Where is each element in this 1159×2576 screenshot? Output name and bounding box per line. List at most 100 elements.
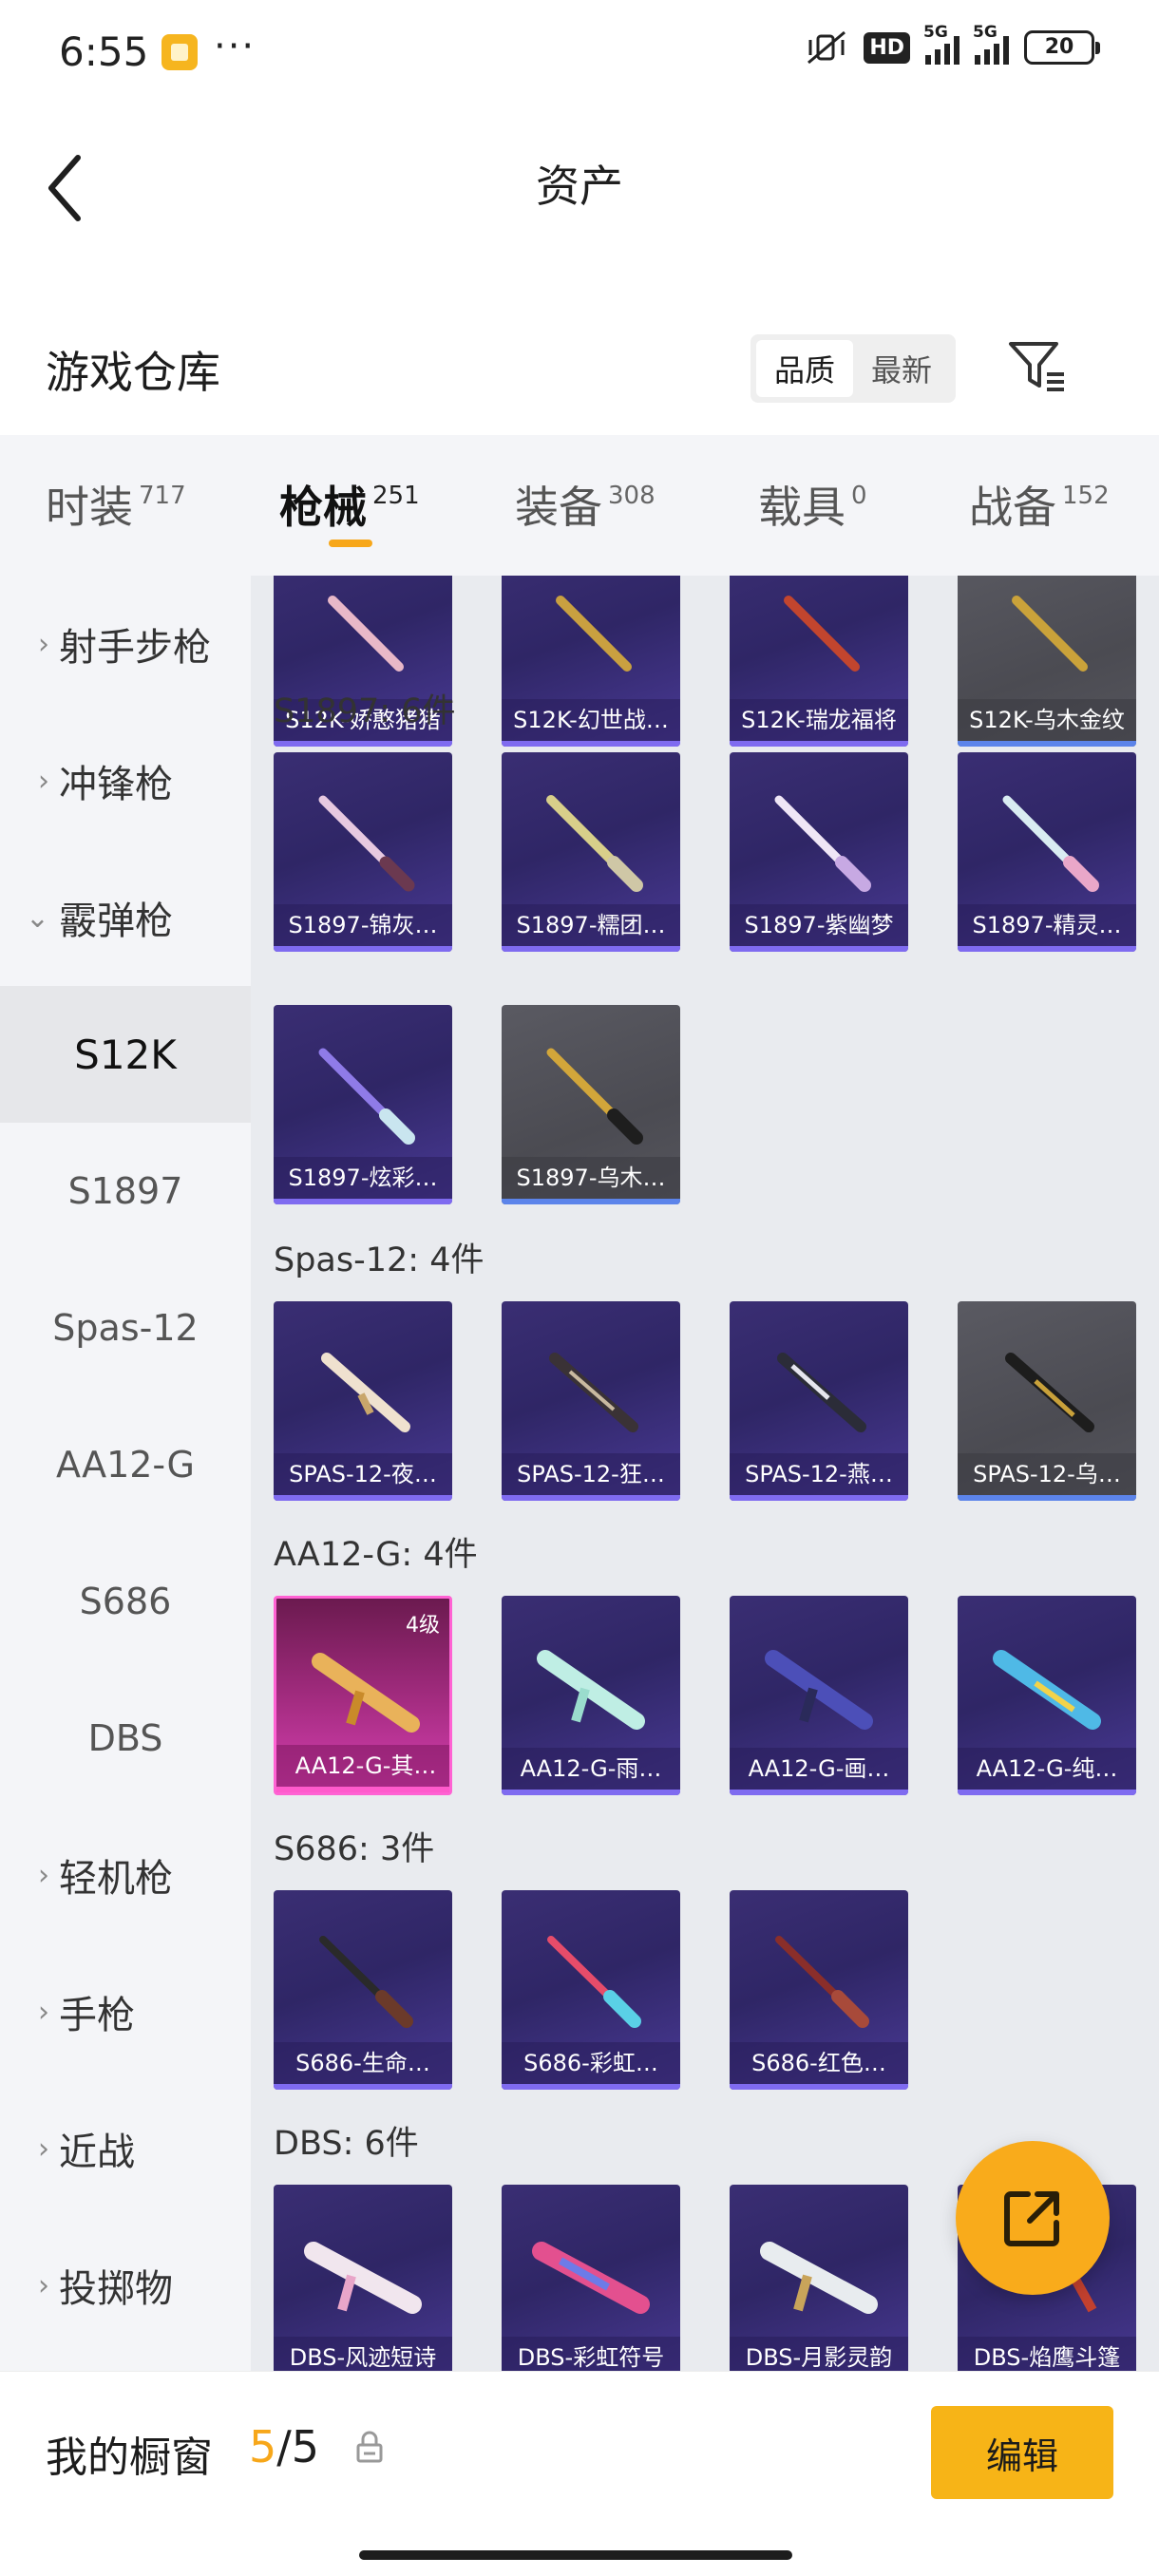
edit-button[interactable]: 编辑 [931,2406,1113,2499]
rarity-bar [274,946,452,952]
share-button[interactable] [956,2141,1110,2295]
tab-count: 0 [851,482,867,510]
skin-name: S12K-幻世战… [502,699,680,741]
active-tab-indicator [329,540,372,547]
sidebar-subitem-s12k[interactable]: S12K [0,986,251,1123]
skin-name: S1897-乌木… [502,1157,680,1199]
battery-icon: 20 [1024,30,1100,65]
gun-skin-image [318,795,415,892]
gun-skin-image [774,795,871,892]
skin-name: S1897-精灵… [958,904,1136,946]
gun-skin-image [318,1048,415,1145]
tab-label: 战备 [969,482,1056,533]
skin-name: S1897-糯团… [502,904,680,946]
sidebar-item-marksman-rifle[interactable]: › 射手步枪 [0,576,251,712]
skin-card[interactable]: S12K-瑞龙福将 [730,576,908,747]
skin-card[interactable]: SPAS-12-夜… [274,1301,452,1501]
rarity-bar [730,741,908,747]
sort-option-latest[interactable]: 最新 [853,340,950,397]
weapon-category-sidebar: › 射手步枪 › 冲锋枪 ⌄ 霰弹枪 S12K S1897 Spas-12 AA12-… [0,576,251,2371]
skin-name: S1897-炫彩… [274,1157,452,1199]
sidebar-item-label: 投掷物 [59,2267,173,2311]
skin-name: SPAS-12-乌… [958,1453,1136,1495]
gun-skin-image [760,2242,878,2314]
gun-skin-image [547,1936,641,2028]
skin-card[interactable]: S686-生命… [274,1890,452,2090]
sidebar-item-smg[interactable]: › 冲锋枪 [0,712,251,849]
chevron-down-icon: ⌄ [25,900,49,935]
gun-skin-image [1012,596,1088,672]
rarity-bar [274,2084,452,2090]
filter-icon[interactable] [1007,338,1068,395]
tab-fashion[interactable]: 时装 717 [46,473,186,536]
app-header: 资产 [0,104,1159,247]
tab-vehicles[interactable]: 载具 0 [758,473,867,536]
showcase-separator: / [276,2421,292,2472]
gun-skin-image [546,1048,643,1145]
gun-skin-image [775,1936,869,2028]
network-type-label: 5G [923,23,948,42]
skin-card[interactable]: S686-彩虹… [502,1890,680,2090]
tab-gear[interactable]: 战备 152 [969,473,1110,536]
sidebar-item-throwables[interactable]: › 投掷物 [0,2217,251,2354]
network-type-label-2: 5G [973,23,998,42]
sidebar-item-pistol[interactable]: › 手枪 [0,1943,251,2080]
sidebar-subitem-dbs[interactable]: DBS [0,1670,251,1807]
skin-card[interactable]: S1897-精灵… [958,752,1136,952]
rarity-bar [502,946,680,952]
skin-card[interactable]: AA12-G-雨… [502,1596,680,1795]
skin-card[interactable]: SPAS-12-燕… [730,1301,908,1501]
skin-card[interactable]: S1897-乌木… [502,1005,680,1204]
rarity-bar [958,946,1136,952]
signal-icon-2: 5G [973,23,1009,65]
sidebar-item-lmg[interactable]: › 轻机枪 [0,1807,251,1943]
sidebar-item-shotgun[interactable]: ⌄ 霰弹枪 [0,849,251,986]
sidebar-subitem-s1897[interactable]: S1897 [0,1123,251,1260]
skin-name: S686-彩虹… [502,2042,680,2084]
skin-card[interactable]: SPAS-12-乌… [958,1301,1136,1501]
skin-card[interactable]: S1897-锦灰… [274,752,452,952]
skin-card[interactable]: S12K-乌木金纹 [958,576,1136,747]
skin-name: SPAS-12-狂… [502,1453,680,1495]
skin-card[interactable]: DBS-彩虹符号 [502,2185,680,2371]
rarity-bar [274,741,452,747]
tab-label: 枪械 [279,482,367,533]
sidebar-subitem-aa12g[interactable]: AA12-G [0,1396,251,1533]
gun-skin-image [319,1936,413,2028]
skin-name: S686-红色… [730,2042,908,2084]
skin-card[interactable]: AA12-G-画… [730,1596,908,1795]
showcase-current: 5 [249,2421,277,2472]
rarity-bar [274,1199,452,1204]
weapon-skin-grid[interactable]: S12K-娇憨猪猪 S12K-幻世战… S12K-瑞龙福将 S12K-乌木金纹 … [251,576,1159,2371]
tab-equipment[interactable]: 装备 308 [515,473,656,536]
gun-skin-image [532,2242,650,2314]
skin-name: DBS-焰鹰斗篷 [958,2337,1136,2371]
skin-card[interactable]: SPAS-12-狂… [502,1301,680,1501]
skin-card[interactable]: S1897-紫幽梦 [730,752,908,952]
home-indicator[interactable] [359,2550,792,2560]
lock-icon [356,2431,383,2463]
skin-card[interactable]: DBS-风迹短诗 [274,2185,452,2371]
rarity-bar [730,1790,908,1795]
gun-skin-image [304,2242,422,2314]
sidebar-subitem-s686[interactable]: S686 [0,1533,251,1670]
sort-option-quality[interactable]: 品质 [756,340,853,397]
status-bar: 6:55 ··· HD 5G 5G 20 [0,0,1159,104]
rarity-bar [730,1495,908,1501]
skin-card[interactable]: S12K-幻世战… [502,576,680,747]
skin-card[interactable]: S1897-糯团… [502,752,680,952]
tab-firearms[interactable]: 枪械 251 [279,473,420,536]
sidebar-item-label: 冲锋枪 [59,763,173,806]
gun-skin-image [1005,1353,1094,1432]
skin-card[interactable]: S1897-炫彩… [274,1005,452,1204]
skin-card[interactable]: AA12-G-纯… [958,1596,1136,1795]
rarity-bar [502,1790,680,1795]
gun-skin-image [777,1353,866,1432]
tab-label: 时装 [46,482,133,533]
skin-card[interactable]: 4级 AA12-G-其… [274,1596,452,1795]
skin-card[interactable]: S686-红色… [730,1890,908,2090]
skin-card[interactable]: DBS-月影灵韵 [730,2185,908,2371]
showcase-label: 我的橱窗 [46,2434,213,2482]
sidebar-subitem-spas12[interactable]: Spas-12 [0,1260,251,1396]
sidebar-item-melee[interactable]: › 近战 [0,2080,251,2217]
